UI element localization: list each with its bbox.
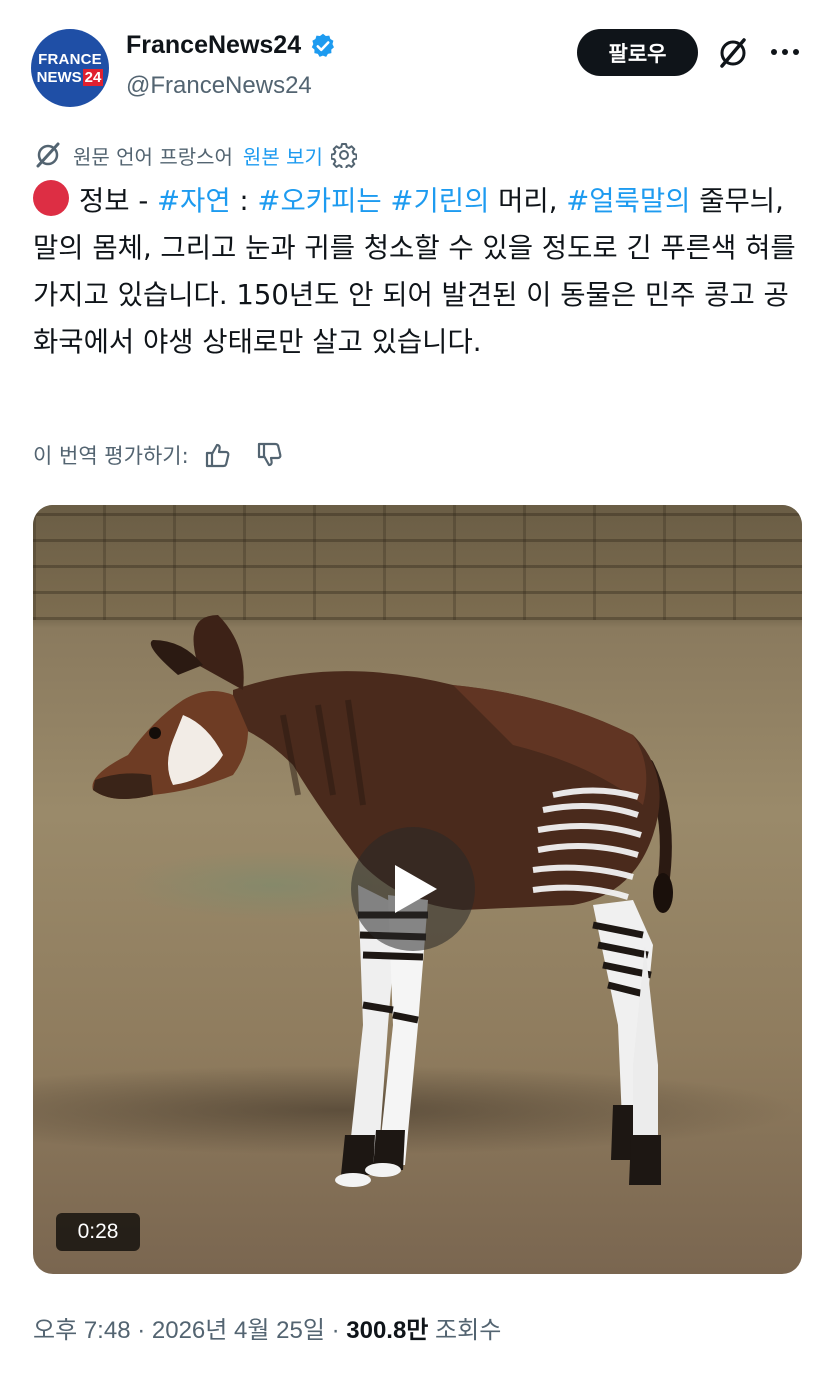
- avatar[interactable]: FRANCE NEWS 24: [31, 29, 109, 107]
- tweet-separator: :: [230, 185, 258, 217]
- meta-separator: ·: [331, 1317, 347, 1344]
- avatar-text-line2: NEWS 24: [36, 68, 104, 86]
- tweet-text-part: 머리,: [489, 185, 567, 217]
- video-player[interactable]: 0:28: [33, 505, 802, 1274]
- view-label: 조회수: [428, 1317, 502, 1344]
- account-handle[interactable]: @FranceNews24: [126, 72, 312, 100]
- translate-icon: [36, 142, 60, 168]
- view-count: 300.8만: [346, 1317, 429, 1344]
- tweet-header: FRANCE NEWS 24 FranceNews24 @FranceNews24…: [0, 0, 835, 120]
- show-original-link[interactable]: 원본 보기: [243, 141, 323, 170]
- thumbs-up-icon[interactable]: [203, 440, 233, 470]
- translation-source-label: 원문 언어 프랑스어: [73, 144, 233, 169]
- tweet-text: 정보 - #자연 : #오카피는 #기린의 머리, #얼룩말의 줄무늬, 말의 …: [33, 178, 803, 366]
- hashtag-link[interactable]: #얼룩말의: [566, 185, 690, 217]
- thumbs-down-icon[interactable]: [255, 440, 285, 470]
- hashtag-link[interactable]: #자연: [157, 185, 231, 217]
- rate-translation-row: 이 번역 평가하기:: [33, 440, 285, 470]
- tweet-date[interactable]: 2026년 4월 25일: [152, 1317, 325, 1344]
- avatar-text-line1: FRANCE: [38, 50, 102, 68]
- play-button[interactable]: [351, 827, 475, 951]
- tweet-time[interactable]: 오후 7:48: [33, 1317, 131, 1344]
- video-duration: 0:28: [56, 1213, 140, 1251]
- tweet-lead: 정보 -: [79, 185, 158, 217]
- more-icon[interactable]: [770, 48, 800, 56]
- name-row: FranceNews24: [126, 31, 337, 60]
- verified-badge-icon: [311, 33, 335, 57]
- rate-translation-label: 이 번역 평가하기:: [33, 444, 189, 468]
- meta-separator: ·: [137, 1317, 152, 1344]
- red-circle-emoji: [33, 180, 69, 216]
- grok-icon[interactable]: [716, 36, 750, 70]
- follow-button[interactable]: 팔로우: [577, 29, 698, 76]
- gear-icon[interactable]: [330, 142, 357, 168]
- display-name[interactable]: FranceNews24: [126, 31, 301, 60]
- hashtag-link[interactable]: #오카피는: [257, 185, 381, 217]
- tweet-meta: 오후 7:48 · 2026년 4월 25일 · 300.8만 조회수: [33, 1310, 501, 1345]
- hashtag-link[interactable]: #기린의: [390, 185, 489, 217]
- avatar-text-prefix: NEWS: [36, 68, 82, 86]
- avatar-text-number: 24: [82, 68, 104, 86]
- translation-info-row: 원문 언어 프랑스어 원본 보기: [33, 140, 357, 170]
- play-icon: [395, 865, 437, 913]
